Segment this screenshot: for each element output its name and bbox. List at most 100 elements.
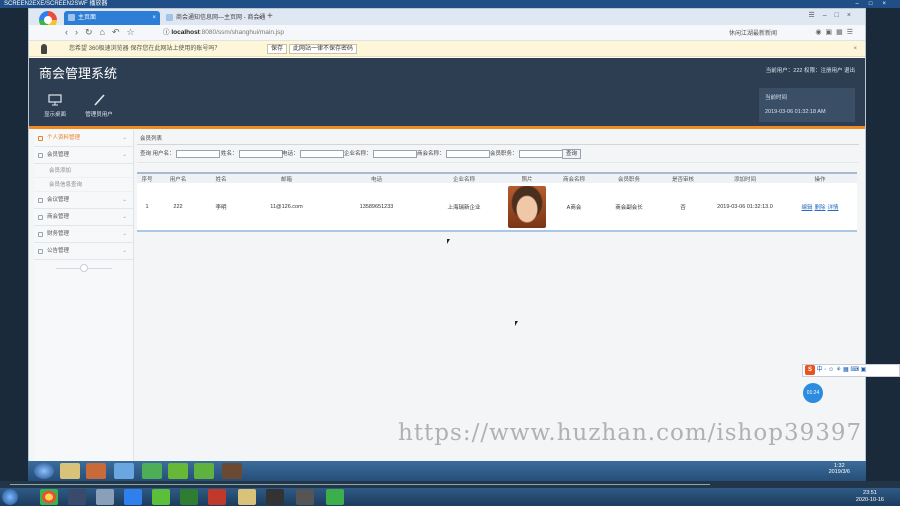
excel-icon[interactable] — [180, 489, 198, 505]
toolbar-extension-icons[interactable]: ◉▣▦☰ — [815, 28, 857, 36]
qq-icon[interactable] — [266, 489, 284, 505]
detail-link[interactable]: 详情 — [828, 205, 839, 211]
name-input[interactable] — [238, 149, 283, 158]
tool-app-icon[interactable] — [194, 463, 214, 479]
sidebar-subitem-member-query[interactable]: 会员信息查询 — [34, 178, 133, 192]
tab-second[interactable]: 商会通知信息网—主页网 - 商会通知信息 × — [162, 11, 266, 35]
page-icon — [166, 14, 173, 21]
ide-app-icon[interactable] — [168, 463, 188, 479]
user-info[interactable]: 当前用户：222 权限：注册用户 退出 — [766, 66, 855, 74]
show-desktop-button[interactable]: 显示桌面 — [35, 94, 75, 118]
folder-icon — [38, 153, 43, 158]
chrome-icon[interactable] — [40, 489, 58, 505]
recorder-icon[interactable] — [296, 489, 314, 505]
nav-buttons[interactable]: ‹›↻⌂↶☆ — [65, 27, 142, 38]
save-password-button[interactable]: 保存 — [267, 44, 288, 54]
col-header: 是否审核 — [671, 176, 694, 183]
cell-audited: 否 — [680, 204, 686, 211]
admin-user-button[interactable]: 管理员用户 — [79, 94, 119, 118]
recorder-window-controls[interactable]: –□× — [856, 0, 896, 8]
time-value: 2019-03-06 01:32:18 AM — [765, 109, 826, 115]
folder-icon[interactable] — [238, 489, 256, 505]
phone-input[interactable] — [299, 149, 344, 158]
tab-main[interactable]: 主页面 × — [64, 11, 160, 25]
chevron-down-icon: ⌄ — [122, 135, 127, 141]
sidebar-collapse-toggle[interactable] — [55, 264, 112, 272]
show-desktop-label: 显示桌面 — [43, 112, 66, 118]
terminal-icon[interactable] — [68, 489, 86, 505]
close-tab-icon[interactable]: × — [152, 11, 156, 25]
cell-photo — [505, 183, 549, 231]
company-input[interactable] — [372, 149, 417, 158]
cell-username: 222 — [173, 203, 183, 210]
search-label: 企业名称： — [344, 151, 372, 157]
sidebar-item-profile[interactable]: 个人资料管理 ⌄ — [34, 130, 133, 147]
taskbar: 23:51 2020-10-16 — [0, 488, 900, 506]
search-label: 电话： — [282, 151, 299, 157]
network-icon[interactable] — [96, 489, 114, 505]
sidebar-item-meetings[interactable]: 会议管理 ⌄ — [34, 192, 133, 209]
key-icon — [41, 44, 47, 54]
new-tab-button[interactable]: + — [267, 11, 273, 23]
recorder-title-bar: SCREEN2EXE/SCREEN2SWF 播放器 –□× — [0, 0, 900, 8]
address-bar[interactable]: ⓘ localhost:8080/ssm/shanghui/main.jsp — [157, 27, 717, 39]
search-label: 查询 用户名： — [140, 151, 175, 157]
col-header: 姓名 — [215, 176, 227, 183]
notice-message: 您希望 360极速浏览器 保存您在此网站上使用的账号吗？ — [69, 46, 221, 52]
screen-app-icon[interactable] — [326, 489, 344, 505]
window-controls[interactable]: ☰–□× — [809, 11, 859, 19]
search-field-chamber: 商会名称： — [417, 149, 490, 159]
sidebar-subitem-add-member[interactable]: 会员添加 — [34, 164, 133, 178]
sidebar-item-members[interactable]: 会员管理 ⌄ — [34, 147, 133, 164]
sidebar-item-chambers[interactable]: 商会管理 ⌄ — [34, 209, 133, 226]
sidebar: 个人资料管理 ⌄ 会员管理 ⌄ 会员添加 会员信息查询 会议管理 ⌄ 商会管理 … — [34, 130, 134, 463]
start-button[interactable] — [2, 489, 18, 505]
player-progress-track[interactable] — [10, 484, 710, 485]
inner-start-button[interactable] — [34, 463, 54, 479]
position-input[interactable] — [518, 149, 563, 158]
folder-icon — [38, 249, 43, 254]
sidebar-item-notices[interactable]: 公告管理 ⌄ — [34, 243, 133, 260]
member-photo — [508, 185, 546, 228]
cell-position: 商会副会长 — [615, 204, 643, 211]
close-notice-icon[interactable]: × — [853, 41, 857, 57]
hand-cursor — [515, 321, 518, 326]
never-save-button[interactable]: 此网站一律不保存密码 — [289, 44, 358, 54]
browser-app-icon[interactable] — [114, 463, 134, 479]
col-header: 企业名称 — [452, 176, 475, 183]
username-input[interactable] — [175, 149, 220, 158]
sidebar-item-label: 公告管理 — [47, 248, 70, 254]
player-progress[interactable] — [0, 481, 900, 488]
browser-icon[interactable] — [124, 489, 142, 505]
col-header: 添加时间 — [733, 176, 756, 183]
ide-icon[interactable] — [152, 489, 170, 505]
chevron-down-icon: ⌄ — [122, 248, 127, 254]
sidebar-item-finance[interactable]: 财务管理 ⌄ — [34, 226, 133, 243]
password-save-bar: 您希望 360极速浏览器 保存您在此网站上使用的账号吗？ 保存 此网站一律不保存… — [29, 41, 865, 57]
chamber-input[interactable] — [445, 149, 490, 158]
green-app-icon[interactable] — [142, 463, 162, 479]
close-tab-icon[interactable]: × — [258, 11, 262, 25]
recording-timer[interactable]: 01:24 — [803, 383, 823, 403]
folder-app-icon[interactable] — [60, 463, 80, 479]
recorder-title: SCREEN2EXE/SCREEN2SWF 播放器 — [4, 1, 108, 7]
system-clock: 23:51 2020-10-16 — [856, 490, 884, 504]
ime-mode: 中 — [816, 367, 823, 373]
search-button[interactable]: 查询 — [562, 149, 582, 159]
server-app-icon[interactable] — [222, 463, 242, 479]
app-header: 商会管理系统 当前用户：222 权限：注册用户 退出 显示桌面 管理员用户 当前… — [29, 58, 865, 126]
search-bar: 查询 用户名： 姓名： 电话： 企业名称： 商会名称： 会员职务： 查询 — [137, 145, 859, 163]
ime-tool-icons: ◦ ☺ ⚘ ▦ ⌨ ▣ — [824, 367, 867, 373]
delete-link[interactable]: 删除 — [814, 205, 825, 211]
collapse-icon — [79, 264, 88, 272]
edit-icon — [38, 136, 43, 141]
edit-link[interactable]: 编辑 — [801, 205, 812, 211]
ime-toolbar[interactable]: S 中 ◦ ☺ ⚘ ▦ ⌨ ▣ — [802, 364, 900, 377]
media-app-icon[interactable] — [86, 463, 106, 479]
panel-title: 会员列表 — [137, 134, 859, 145]
search-field-name: 姓名： — [221, 149, 283, 159]
tool-icon[interactable] — [208, 489, 226, 505]
chevron-down-icon: ⌄ — [122, 197, 127, 203]
tab-label: 主页面 — [78, 15, 97, 21]
toolbar-news[interactable]: 休闲江湖最新新闻 — [729, 28, 777, 37]
